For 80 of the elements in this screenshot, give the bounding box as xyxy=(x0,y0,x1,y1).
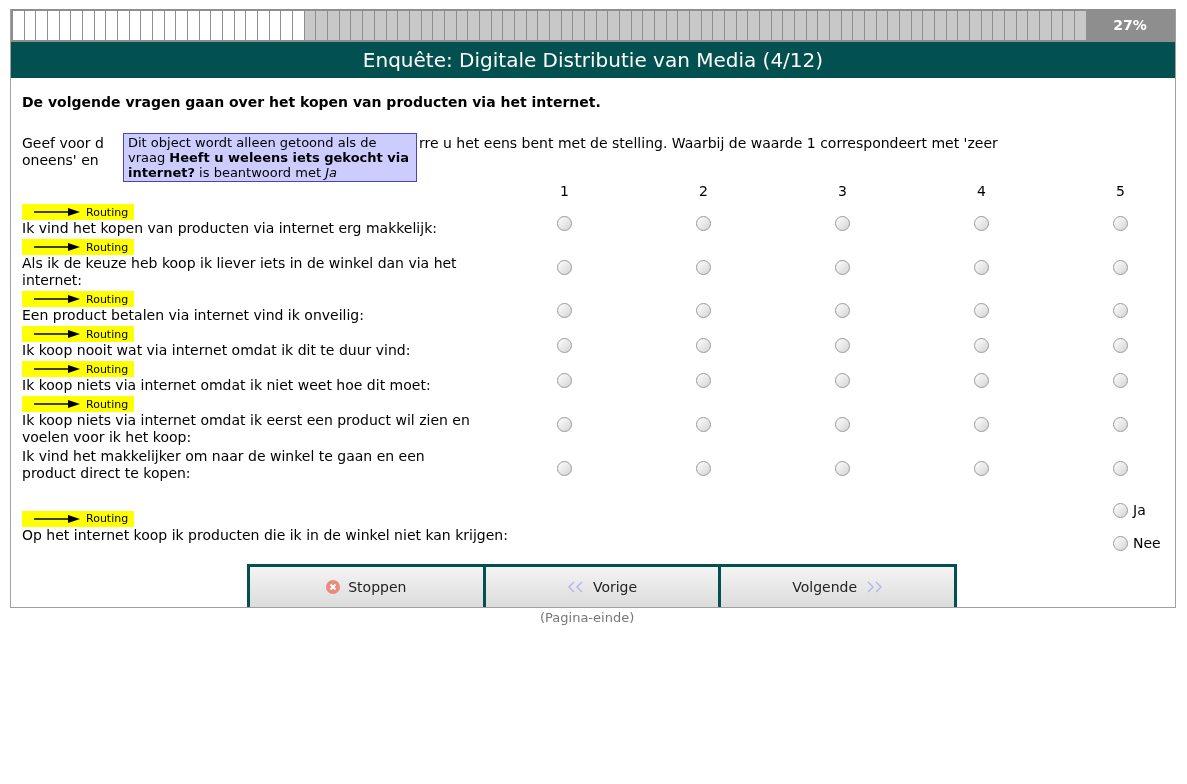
radio-button[interactable] xyxy=(835,460,850,476)
routing-badge: Routing xyxy=(22,510,135,527)
radio-button[interactable] xyxy=(974,216,989,231)
arrow-icon xyxy=(34,514,80,523)
routing-badge: Routing xyxy=(22,326,135,342)
option-label: Ja xyxy=(1133,501,1146,520)
scale-label: 2 xyxy=(699,182,708,201)
double-chevron-left-icon xyxy=(566,581,585,593)
radio-button[interactable] xyxy=(557,373,572,388)
radio-button[interactable] xyxy=(974,373,989,388)
option-label: Nee xyxy=(1133,534,1161,553)
next-button[interactable]: Volgende xyxy=(721,567,954,607)
double-chevron-right-icon xyxy=(865,581,884,593)
radio-button[interactable] xyxy=(835,259,850,275)
scale-label: 4 xyxy=(977,182,986,201)
radio-button[interactable] xyxy=(835,373,850,388)
arrow-icon xyxy=(34,295,80,303)
radio-button[interactable] xyxy=(974,416,989,432)
radio-button[interactable] xyxy=(835,216,850,231)
instruction-text: rre u het eens bent met de stelling. Waarbij de waarde 1 correspondeert met 'zeer xyxy=(419,135,998,152)
tooltip: Dit object wordt alleen getoond als de vraag Heeft u weleens iets gekocht via internet? is beantwoord met Ja xyxy=(123,133,417,182)
instruction-text: oneens' en xyxy=(22,152,99,168)
routing-badge: Routing xyxy=(22,204,135,220)
radio-button[interactable] xyxy=(696,373,711,388)
routing-badge: Routing xyxy=(22,361,135,377)
question-text: Ik vind het kopen van producten via internet erg makkelijk: xyxy=(22,220,438,237)
question-text: Ik koop niets via internet omdat ik eerst een product wil zien en voelen voor ik het koop: xyxy=(22,412,471,446)
arrow-icon xyxy=(34,400,80,408)
question-text: Een product betalen via internet vind ik onveilig: xyxy=(22,307,365,324)
routing-badge: Routing xyxy=(22,396,135,412)
question-text: Ik vind het makkelijker om naar de winkel te gaan en een product direct te kopen: xyxy=(22,448,426,482)
radio-button[interactable] xyxy=(557,338,572,353)
stop-button[interactable]: Stoppen xyxy=(250,567,483,607)
progress-percent: 27% xyxy=(1112,16,1148,35)
radio-button[interactable] xyxy=(696,416,711,432)
question-text: Op het internet koop ik producten die ik in de winkel niet kan krijgen: xyxy=(22,526,509,544)
radio-button[interactable] xyxy=(974,259,989,275)
radio-button[interactable] xyxy=(557,303,572,318)
radio-button[interactable] xyxy=(1113,373,1128,388)
scale-label: 5 xyxy=(1116,182,1125,201)
radio-button[interactable] xyxy=(557,460,572,476)
survey-header: Enquête: Digitale Distributie van Media (4/12) xyxy=(11,42,1175,78)
radio-button[interactable] xyxy=(1113,303,1128,318)
radio-button[interactable] xyxy=(696,460,711,476)
radio-button[interactable] xyxy=(974,338,989,353)
arrow-icon xyxy=(34,365,80,373)
radio-button[interactable] xyxy=(696,303,711,318)
radio-button[interactable] xyxy=(974,303,989,318)
radio-button[interactable] xyxy=(1113,416,1128,432)
radio-button[interactable] xyxy=(696,216,711,231)
radio-button[interactable] xyxy=(696,259,711,275)
routing-badge: Routing xyxy=(22,239,135,255)
question-text: Ik koop niets via internet omdat ik niet weet hoe dit moet: xyxy=(22,377,432,394)
arrow-icon xyxy=(34,330,80,338)
radio-button[interactable] xyxy=(1113,259,1128,275)
question-text: Als ik de keuze heb koop ik liever iets in de winkel dan via het internet: xyxy=(22,255,458,289)
question-text: Ik koop nooit wat via internet omdat ik dit te duur vind: xyxy=(22,342,412,359)
radio-button[interactable] xyxy=(974,460,989,476)
close-icon xyxy=(326,580,341,594)
radio-button[interactable] xyxy=(835,338,850,353)
radio-button[interactable] xyxy=(557,416,572,432)
routing-badge: Routing xyxy=(22,291,135,307)
radio-button[interactable] xyxy=(557,259,572,275)
radio-button[interactable] xyxy=(1113,503,1128,518)
scale-label: 3 xyxy=(838,182,847,201)
radio-button[interactable] xyxy=(835,416,850,432)
intro-text: De volgende vragen gaan over het kopen van producten via het internet. xyxy=(22,93,602,112)
page-end-text: (Pagina-einde) xyxy=(540,609,635,627)
radio-button[interactable] xyxy=(1113,338,1128,353)
radio-button[interactable] xyxy=(557,216,572,231)
radio-button[interactable] xyxy=(1113,536,1128,551)
instruction-text: Geef voor d xyxy=(22,135,105,152)
radio-button[interactable] xyxy=(696,338,711,353)
radio-button[interactable] xyxy=(1113,460,1128,476)
radio-button[interactable] xyxy=(835,303,850,318)
arrow-icon xyxy=(34,208,80,216)
radio-button[interactable] xyxy=(1113,216,1128,231)
scale-label: 1 xyxy=(560,182,569,201)
previous-button[interactable]: Vorige xyxy=(485,567,719,607)
arrow-icon xyxy=(34,243,80,251)
